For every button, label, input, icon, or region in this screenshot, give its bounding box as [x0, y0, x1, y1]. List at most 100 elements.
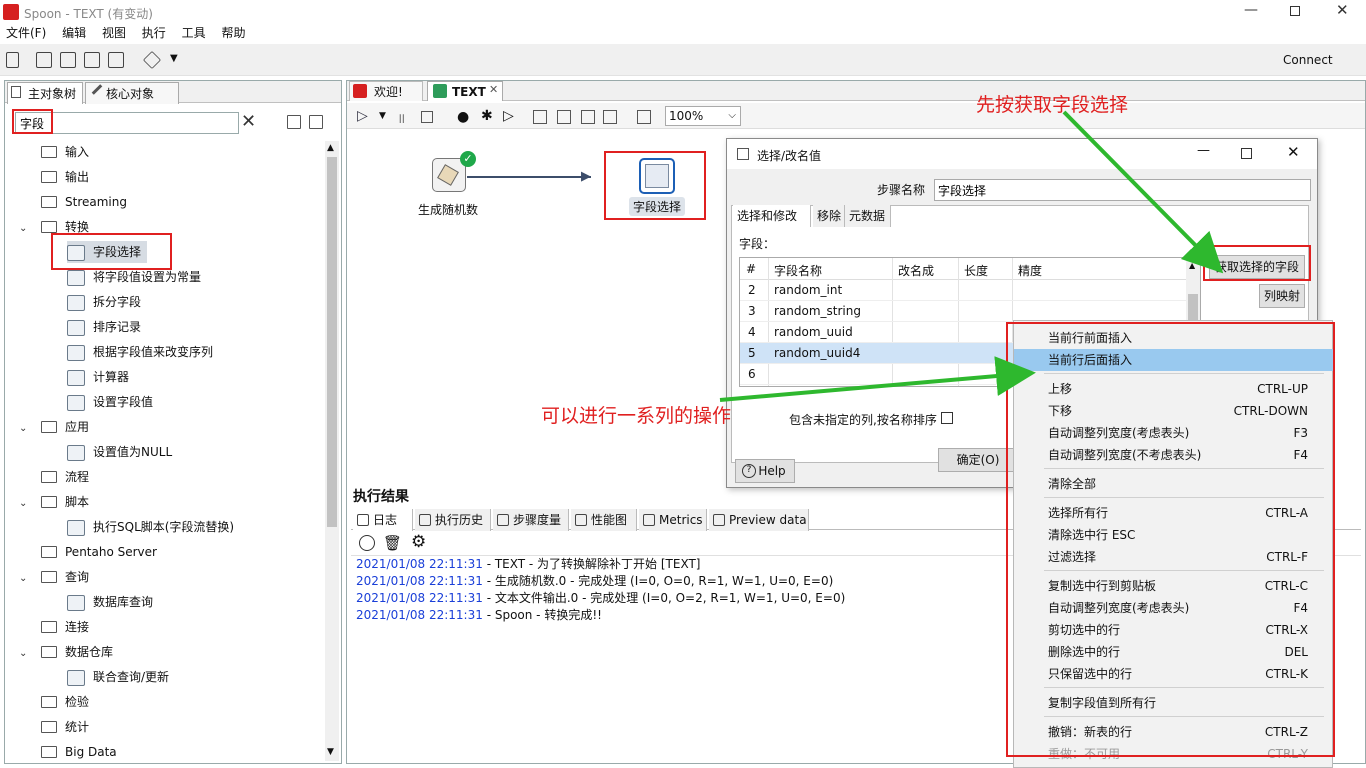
run-icon[interactable]: ▷ [357, 108, 368, 124]
collapse-all-icon[interactable] [309, 115, 323, 129]
result-tab[interactable]: 步骤度量 [493, 509, 569, 531]
stop-icon[interactable] [421, 111, 433, 123]
scroll-up-arrow[interactable]: ▲ [327, 143, 334, 153]
field-name-cell[interactable]: random_uuid [774, 325, 853, 339]
tree-item[interactable]: 数据库查询 [67, 591, 153, 613]
tree-item[interactable]: 输入 [19, 141, 89, 163]
run-options-icon[interactable]: ▼ [379, 111, 386, 121]
tree-item[interactable]: ⌄ 数据仓库 [19, 641, 113, 663]
menu-view[interactable]: 视图 [102, 24, 126, 41]
chevron-down-icon[interactable]: ▼ [170, 53, 178, 64]
column-mapping-button[interactable]: 列映射 [1259, 284, 1305, 308]
tree-item[interactable]: 设置字段值 [67, 391, 153, 413]
result-tab[interactable]: Metrics [639, 509, 707, 531]
tree-item[interactable]: Pentaho Server [19, 541, 157, 563]
field-name-cell[interactable]: random_string [774, 304, 861, 318]
expand-chevron-icon[interactable]: ⌄ [19, 218, 41, 240]
field-name-cell[interactable]: random_int [774, 283, 842, 297]
menu-run[interactable]: 执行 [142, 24, 166, 41]
tree-item-label: 应用 [65, 420, 90, 434]
table-scroll-up[interactable]: ▲ [1189, 261, 1195, 270]
scroll-thumb[interactable] [327, 157, 337, 527]
restore-button[interactable] [1290, 6, 1300, 16]
tree-item[interactable]: ⌄ 脚本 [19, 491, 89, 513]
row-number: 2 [748, 283, 756, 297]
result-tab[interactable]: 日志 [353, 509, 413, 531]
expand-chevron-icon[interactable]: ⌄ [19, 568, 41, 590]
expand-chevron-icon[interactable]: ⌄ [19, 643, 41, 665]
explore-db-icon[interactable] [603, 110, 617, 124]
stop-log-icon[interactable] [359, 535, 375, 551]
debug-icon[interactable]: ✱ [481, 108, 493, 124]
dialog-minimize-button[interactable]: — [1197, 143, 1210, 158]
minimize-button[interactable]: — [1244, 2, 1258, 18]
result-tab[interactable]: Preview data [709, 509, 809, 531]
connect-button[interactable]: Connect [1283, 53, 1333, 67]
pause-icon[interactable]: ॥ [397, 109, 405, 128]
tree-item[interactable]: 连接 [19, 616, 89, 638]
replay-icon[interactable]: ▷ [503, 108, 514, 124]
open-folder-icon[interactable] [36, 52, 52, 68]
result-tab[interactable]: 执行历史 [415, 509, 491, 531]
tree-item[interactable]: 设置值为NULL [67, 441, 172, 463]
column-header[interactable]: 改名成 [898, 262, 934, 279]
tree-item[interactable]: 执行SQL脚本(字段流替换) [67, 516, 234, 538]
clear-search-icon[interactable]: ✕ [241, 111, 256, 132]
impact-icon[interactable] [557, 110, 571, 124]
menu-help[interactable]: 帮助 [221, 24, 245, 41]
zoom-select[interactable]: 100% ⌵ [665, 106, 741, 126]
tree-item[interactable]: Big Data [19, 741, 117, 761]
field-name-cell[interactable]: random_uuid4 [774, 346, 860, 360]
include-unspecified-checkbox[interactable] [941, 412, 953, 424]
tree-item[interactable]: 根据字段值来改变序列 [67, 341, 213, 363]
tab-select-modify[interactable]: 选择和修改 [733, 205, 811, 227]
menu-tools[interactable]: 工具 [182, 24, 206, 41]
tree-item[interactable]: ⌄ 查询 [19, 566, 89, 588]
dialog-close-button[interactable]: ✕ [1287, 143, 1300, 161]
explore-icon[interactable] [60, 52, 76, 68]
tree-item[interactable]: 排序记录 [67, 316, 141, 338]
tree-item[interactable]: 拆分字段 [67, 291, 141, 313]
tree-item[interactable]: 流程 [19, 466, 89, 488]
sql-icon[interactable] [581, 110, 595, 124]
column-header[interactable]: 长度 [964, 262, 988, 279]
step-icon [67, 519, 85, 536]
preview-icon[interactable]: ● [457, 109, 469, 125]
trash-icon[interactable]: 🗑 [383, 534, 402, 552]
new-file-icon[interactable] [6, 52, 19, 68]
expand-all-icon[interactable] [287, 115, 301, 129]
tree-item[interactable]: Streaming [19, 191, 127, 213]
result-tab-label: 执行历史 [435, 513, 484, 527]
close-tab-icon[interactable]: ✕ [489, 83, 498, 96]
step-name-input[interactable] [934, 179, 1311, 201]
gear-icon[interactable]: ⚙ [411, 532, 426, 552]
save-as-icon[interactable] [108, 52, 124, 68]
table-row[interactable]: 2 random_int [740, 280, 1186, 301]
tree-item[interactable]: ⌄ 应用 [19, 416, 89, 438]
tree-scrollbar[interactable]: ▲ ▼ [325, 141, 339, 761]
column-header[interactable]: # [746, 262, 756, 276]
menu-edit[interactable]: 编辑 [62, 24, 86, 41]
tree-item[interactable]: 统计 [19, 716, 89, 738]
expand-chevron-icon[interactable]: ⌄ [19, 493, 41, 515]
align-icon[interactable] [637, 110, 651, 124]
dialog-maximize-button[interactable] [1241, 148, 1252, 159]
result-tab[interactable]: 性能图 [571, 509, 637, 531]
tree-item[interactable]: 联合查询/更新 [67, 666, 169, 688]
layers-icon[interactable] [142, 50, 162, 70]
tree-item[interactable]: 输出 [19, 166, 89, 188]
expand-chevron-icon[interactable]: ⌄ [19, 418, 41, 440]
tab-remove[interactable]: 移除 [813, 205, 845, 227]
tree-item[interactable]: 检验 [19, 691, 89, 713]
close-window-button[interactable]: ✕ [1336, 1, 1349, 19]
column-header[interactable]: 字段名称 [774, 262, 822, 279]
tab-metadata[interactable]: 元数据 [845, 205, 891, 227]
verify-icon[interactable] [533, 110, 547, 124]
scroll-down-arrow[interactable]: ▼ [327, 747, 334, 757]
table-row[interactable]: 3 random_string [740, 301, 1186, 322]
hop-line[interactable] [467, 176, 591, 178]
column-header[interactable]: 精度 [1018, 262, 1042, 279]
tree-item[interactable]: 计算器 [67, 366, 129, 388]
menu-file[interactable]: 文件(F) [6, 24, 46, 41]
save-icon[interactable] [84, 52, 100, 68]
